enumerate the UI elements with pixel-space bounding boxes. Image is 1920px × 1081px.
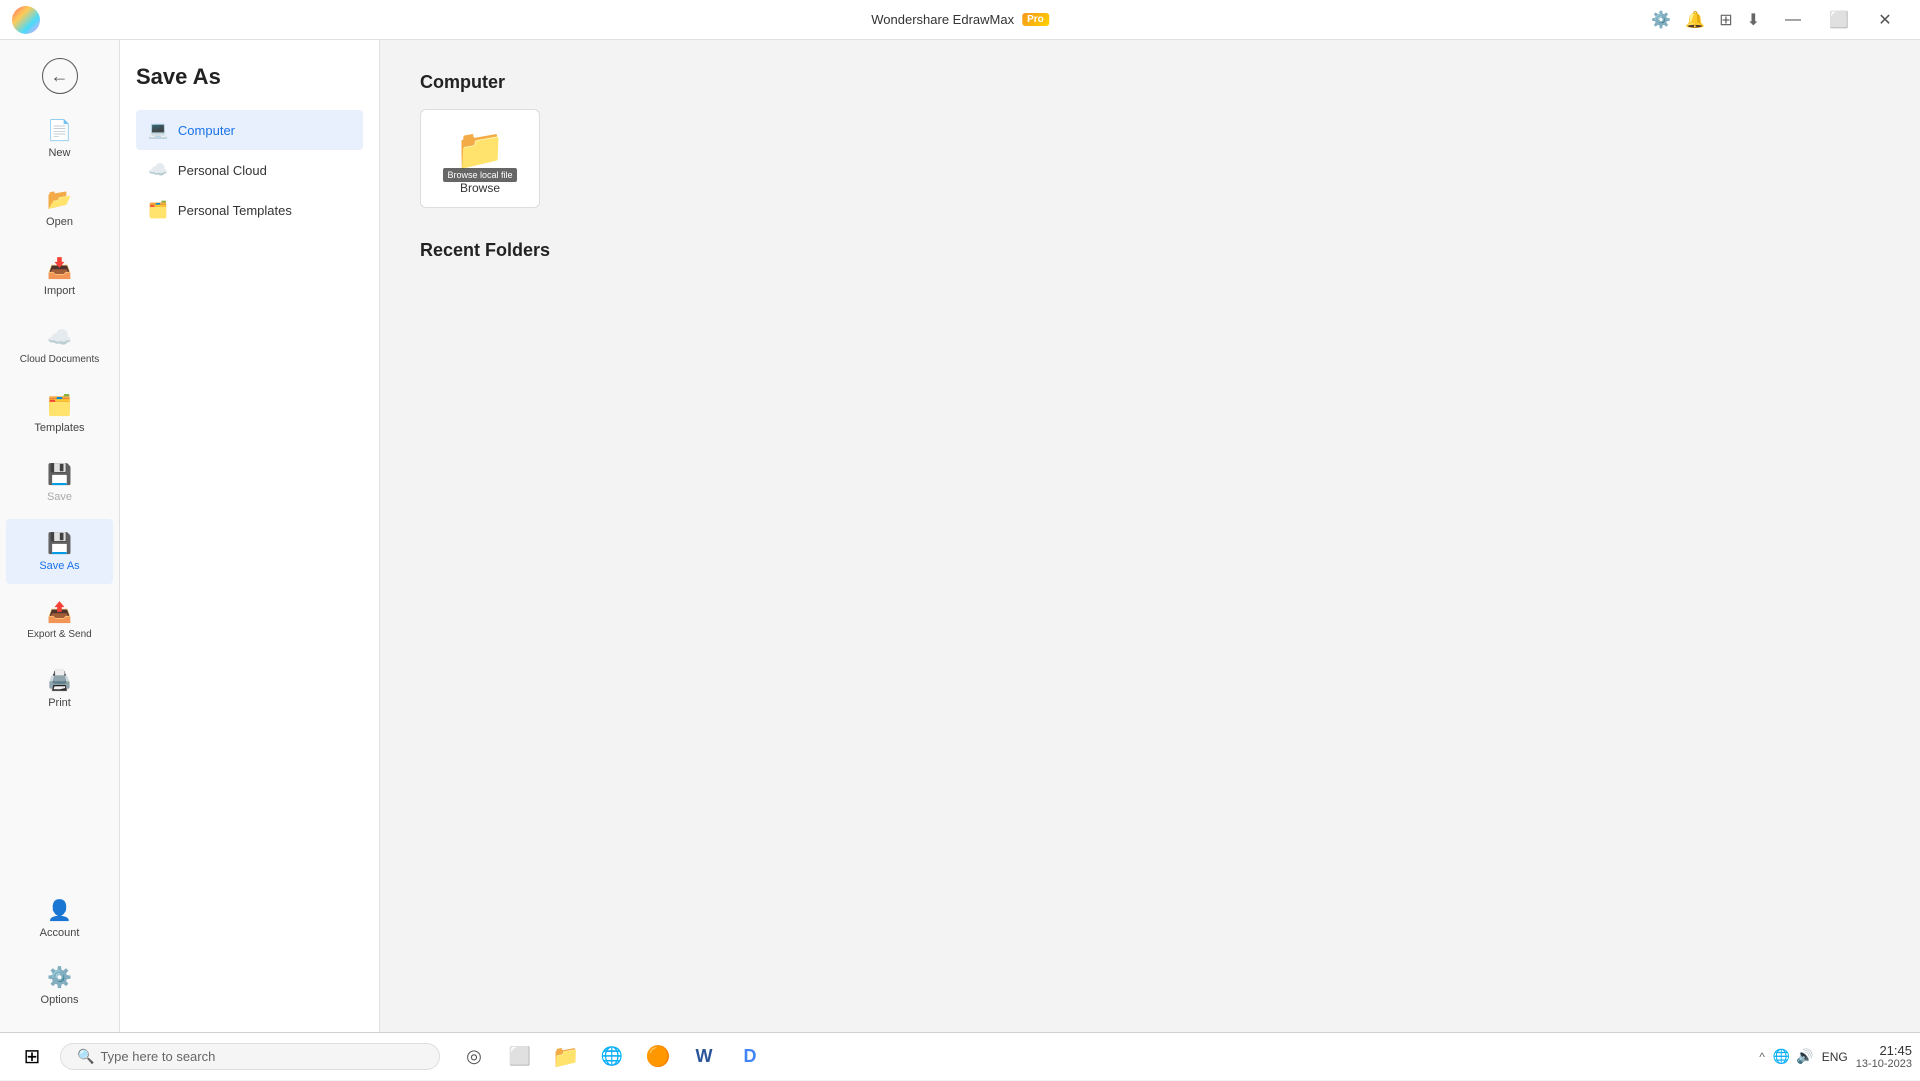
sidebar-item-label-import: Import: [44, 285, 75, 297]
sidebar-item-open[interactable]: 📂 Open: [6, 175, 113, 240]
taskbar-app-taskview[interactable]: ⬜: [498, 1035, 542, 1079]
toolbar-icons: ⚙️ 🔔 ⊞ ⬇: [1651, 10, 1760, 30]
sidebar-item-export[interactable]: 📤 Export & Send: [6, 588, 113, 652]
panel-item-label-computer: Computer: [178, 123, 235, 138]
browse-overlay-label: Browse local file: [443, 168, 516, 182]
browse-card-label: Browse: [460, 181, 500, 195]
taskbar: ⊞ 🔍 Type here to search ◎ ⬜ 📁 🌐 🟠 W D ^ …: [0, 1032, 1920, 1080]
sidebar-item-cloud[interactable]: ☁️ Cloud Documents: [6, 313, 113, 377]
sidebar-item-label-export: Export & Send: [27, 629, 91, 640]
grid-icon[interactable]: ⊞: [1719, 10, 1732, 30]
tray-clock[interactable]: 21:45 13-10-2023: [1856, 1043, 1912, 1070]
taskbar-apps: ◎ ⬜ 📁 🌐 🟠 W D: [452, 1035, 772, 1079]
import-icon: 📥: [47, 256, 72, 281]
panel-title: Save As: [136, 64, 363, 90]
sidebar-item-label-account: Account: [40, 927, 80, 939]
taskbar-app-fileexplorer[interactable]: 📁: [544, 1035, 588, 1079]
export-icon: 📤: [47, 600, 72, 625]
start-icon: ⊞: [24, 1044, 41, 1069]
sidebar-item-label-cloud: Cloud Documents: [20, 354, 99, 365]
panel-item-computer[interactable]: 💻 Computer: [136, 110, 363, 150]
main-content: Computer 📁 Browse local file Browse Rece…: [380, 40, 1920, 1032]
window-controls: — ⬜ ✕: [1770, 4, 1908, 36]
titlebar-right: ⚙️ 🔔 ⊞ ⬇ — ⬜ ✕: [1651, 4, 1908, 36]
bell-icon[interactable]: 🔔: [1685, 10, 1705, 30]
panel-item-personal-cloud[interactable]: ☁️ Personal Cloud: [136, 150, 363, 190]
tray-language[interactable]: ENG: [1822, 1050, 1848, 1064]
tray-speaker-icon[interactable]: 🔊: [1796, 1048, 1813, 1065]
nav-back[interactable]: ←: [0, 48, 119, 104]
tray-network-icon[interactable]: 🌐: [1773, 1048, 1790, 1065]
app-title: Wondershare EdrawMax: [871, 12, 1014, 27]
user-avatar[interactable]: [12, 6, 40, 34]
download-icon[interactable]: ⬇: [1747, 10, 1760, 30]
sidebar-item-label-options: Options: [41, 994, 79, 1006]
new-icon: 📄: [47, 118, 72, 143]
sidebar-item-save: 💾 Save: [6, 450, 113, 515]
taskbar-app-edrawmax[interactable]: D: [728, 1035, 772, 1079]
sidebar-item-saveas[interactable]: 💾 Save As: [6, 519, 113, 584]
pro-badge: Pro: [1022, 13, 1049, 26]
taskbar-app-word[interactable]: W: [682, 1035, 726, 1079]
middle-panel: Save As 💻 Computer ☁️ Personal Cloud 🗂️ …: [120, 40, 380, 1032]
sidebar-item-import[interactable]: 📥 Import: [6, 244, 113, 309]
settings-icon[interactable]: ⚙️: [1651, 10, 1671, 30]
taskbar-app-edge[interactable]: 🌐: [590, 1035, 634, 1079]
saveas-icon: 💾: [47, 531, 72, 556]
sidebar-item-label-save: Save: [47, 491, 72, 503]
personal-templates-icon: 🗂️: [148, 200, 168, 220]
sidebar-item-label-open: Open: [46, 216, 73, 228]
tray-chevron[interactable]: ^: [1759, 1050, 1765, 1064]
panel-section: 💻 Computer ☁️ Personal Cloud 🗂️ Personal…: [136, 110, 363, 230]
maximize-button[interactable]: ⬜: [1816, 4, 1862, 36]
print-icon: 🖨️: [47, 668, 72, 693]
tray-icons: 🌐 🔊: [1773, 1048, 1814, 1065]
nav-bottom: 👤 Account ⚙️ Options: [0, 884, 119, 1032]
left-nav: ← 📄 New 📂 Open 📥 Import ☁️ Cloud Documen…: [0, 40, 120, 1032]
templates-icon: 🗂️: [47, 393, 72, 418]
account-icon: 👤: [47, 898, 72, 923]
section-heading-computer: Computer: [420, 72, 1880, 93]
sidebar-item-print[interactable]: 🖨️ Print: [6, 656, 113, 721]
open-icon: 📂: [47, 187, 72, 212]
taskbar-search[interactable]: 🔍 Type here to search: [60, 1043, 440, 1070]
browse-card[interactable]: 📁 Browse local file Browse: [420, 109, 540, 208]
cloud-icon: ☁️: [47, 325, 72, 350]
tray-date: 13-10-2023: [1856, 1058, 1912, 1070]
titlebar: Wondershare EdrawMax Pro ⚙️ 🔔 ⊞ ⬇ — ⬜ ✕: [0, 0, 1920, 40]
folder-icon: 📁: [455, 126, 505, 173]
taskbar-tray: ^ 🌐 🔊 ENG 21:45 13-10-2023: [1759, 1043, 1912, 1070]
sidebar-item-label-saveas: Save As: [39, 560, 79, 572]
computer-icon: 💻: [148, 120, 168, 140]
sidebar-item-label-templates: Templates: [34, 422, 84, 434]
search-placeholder: Type here to search: [100, 1049, 215, 1064]
sidebar-item-options[interactable]: ⚙️ Options: [6, 953, 113, 1018]
panel-item-label-personal-templates: Personal Templates: [178, 203, 292, 218]
search-icon: 🔍: [77, 1048, 94, 1065]
sidebar-item-account[interactable]: 👤 Account: [6, 886, 113, 951]
close-button[interactable]: ✕: [1862, 4, 1908, 36]
taskbar-app-chrome[interactable]: 🟠: [636, 1035, 680, 1079]
app-body: ← 📄 New 📂 Open 📥 Import ☁️ Cloud Documen…: [0, 40, 1920, 1032]
start-button[interactable]: ⊞: [8, 1033, 56, 1081]
panel-item-personal-templates[interactable]: 🗂️ Personal Templates: [136, 190, 363, 230]
back-button[interactable]: ←: [42, 58, 78, 94]
section-heading-recent: Recent Folders: [420, 240, 1880, 261]
save-icon: 💾: [47, 462, 72, 487]
personal-cloud-icon: ☁️: [148, 160, 168, 180]
sidebar-item-templates[interactable]: 🗂️ Templates: [6, 381, 113, 446]
options-icon: ⚙️: [47, 965, 72, 990]
titlebar-center: Wondershare EdrawMax Pro: [871, 12, 1049, 27]
minimize-button[interactable]: —: [1770, 4, 1816, 36]
sidebar-item-new[interactable]: 📄 New: [6, 106, 113, 171]
sidebar-item-label-new: New: [48, 147, 70, 159]
sidebar-item-label-print: Print: [48, 697, 71, 709]
taskbar-app-search[interactable]: ◎: [452, 1035, 496, 1079]
tray-time: 21:45: [1856, 1043, 1912, 1058]
file-cards: 📁 Browse local file Browse: [420, 109, 1880, 208]
panel-item-label-personal-cloud: Personal Cloud: [178, 163, 267, 178]
